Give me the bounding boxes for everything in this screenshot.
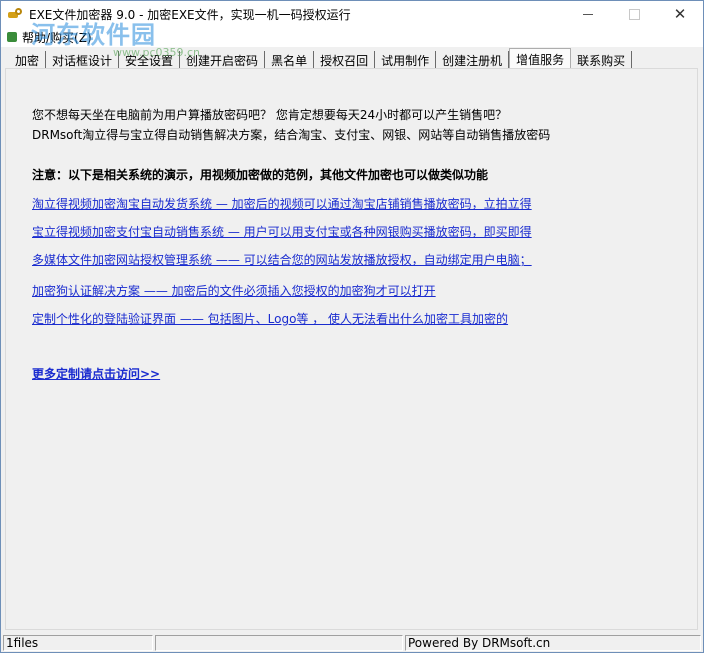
help-icon	[7, 32, 17, 42]
tab-license-recall[interactable]: 授权召回	[314, 51, 376, 69]
app-window: EXE文件加密器 9.0 - 加密EXE文件，实现一机一码授权运行 ✕ 帮助/购…	[0, 0, 704, 653]
tab-create-keygen[interactable]: 创建注册机	[436, 51, 510, 69]
tab-encrypt[interactable]: 加密	[9, 51, 47, 69]
status-powered-by: Powered By DRMsoft.cn	[405, 634, 701, 651]
window-title: EXE文件加密器 9.0 - 加密EXE文件，实现一机一码授权运行	[29, 7, 351, 22]
tab-label: 联系购买	[577, 53, 626, 68]
link-dongle-auth[interactable]: 加密狗认证解决方案 —— 加密后的文件必须插入您授权的加密狗才可以打开	[32, 282, 436, 299]
status-file-count: 1files	[3, 634, 153, 651]
tab-blacklist[interactable]: 黑名单	[265, 51, 315, 69]
intro-line-1: 您不想每天坐在电脑前为用户算播放密码吧？ 您肯定想要每天24小时都可以产生销售吧…	[32, 108, 508, 122]
tab-label: 黑名单	[271, 53, 308, 68]
close-button[interactable]: ✕	[657, 1, 703, 27]
title-bar: EXE文件加密器 9.0 - 加密EXE文件，实现一机一码授权运行 ✕	[1, 1, 703, 27]
tab-label: 授权召回	[320, 53, 369, 68]
tab-security-settings[interactable]: 安全设置	[119, 51, 181, 69]
link-baolide-alipay[interactable]: 宝立得视频加密支付宝自动销售系统 — 用户可以用支付宝或各种网银购买播放密码，即…	[32, 223, 532, 240]
link-taolide-taobao[interactable]: 淘立得视频加密淘宝自动发货系统 — 加密后的视频可以通过淘宝店铺销售播放密码，立…	[32, 195, 532, 212]
maximize-icon	[628, 8, 640, 20]
tab-strip: 加密 对话框设计 安全设置 创建开启密码 黑名单 授权召回 试用制作 创建注册机…	[9, 48, 633, 69]
close-icon: ✕	[673, 5, 687, 23]
tab-create-open-password[interactable]: 创建开启密码	[180, 51, 266, 69]
status-middle	[155, 634, 403, 651]
tab-label: 试用制作	[381, 53, 430, 68]
tab-trial-maker[interactable]: 试用制作	[375, 51, 437, 69]
link-website-license[interactable]: 多媒体文件加密网站授权管理系统 —— 可以结合您的网站发放播放授权，自动绑定用户…	[32, 251, 532, 268]
intro-line-2: DRMsoft淘立得与宝立得自动销售解决方案，结合淘宝、支付宝、网银、网站等自动…	[32, 128, 551, 142]
menu-help-purchase-label: 帮助/购买(Z)	[22, 30, 92, 45]
tab-label: 增值服务	[516, 52, 565, 67]
tab-label: 创建注册机	[442, 53, 503, 68]
tab-contact-purchase[interactable]: 联系购买	[571, 51, 633, 69]
maximize-button[interactable]	[611, 1, 657, 27]
tab-label: 加密	[15, 53, 40, 68]
notice-text: 注意：以下是相关系统的演示，用视频加密做的范例，其他文件加密也可以做类似功能	[32, 168, 489, 182]
menu-bar: 帮助/购买(Z)	[1, 27, 703, 47]
key-icon	[7, 6, 23, 22]
tab-label: 安全设置	[125, 53, 174, 68]
tab-label: 对话框设计	[52, 53, 113, 68]
minimize-button[interactable]	[565, 1, 611, 27]
more-customization-link[interactable]: 更多定制请点击访问>>	[32, 365, 160, 382]
tab-label: 创建开启密码	[186, 53, 259, 68]
value-added-services-panel: 您不想每天坐在电脑前为用户算播放密码吧？ 您肯定想要每天24小时都可以产生销售吧…	[5, 68, 698, 630]
tab-dialog-design[interactable]: 对话框设计	[46, 51, 120, 69]
status-bar: 1files Powered By DRMsoft.cn	[1, 633, 703, 652]
tab-value-added-services[interactable]: 增值服务	[509, 48, 572, 69]
link-custom-login[interactable]: 定制个性化的登陆验证界面 —— 包括图片、Logo等 ， 使人无法看出什么加密工…	[32, 310, 508, 327]
menu-help-purchase[interactable]: 帮助/购买(Z)	[1, 29, 92, 46]
minimize-icon	[583, 13, 593, 15]
window-controls: ✕	[565, 1, 703, 27]
